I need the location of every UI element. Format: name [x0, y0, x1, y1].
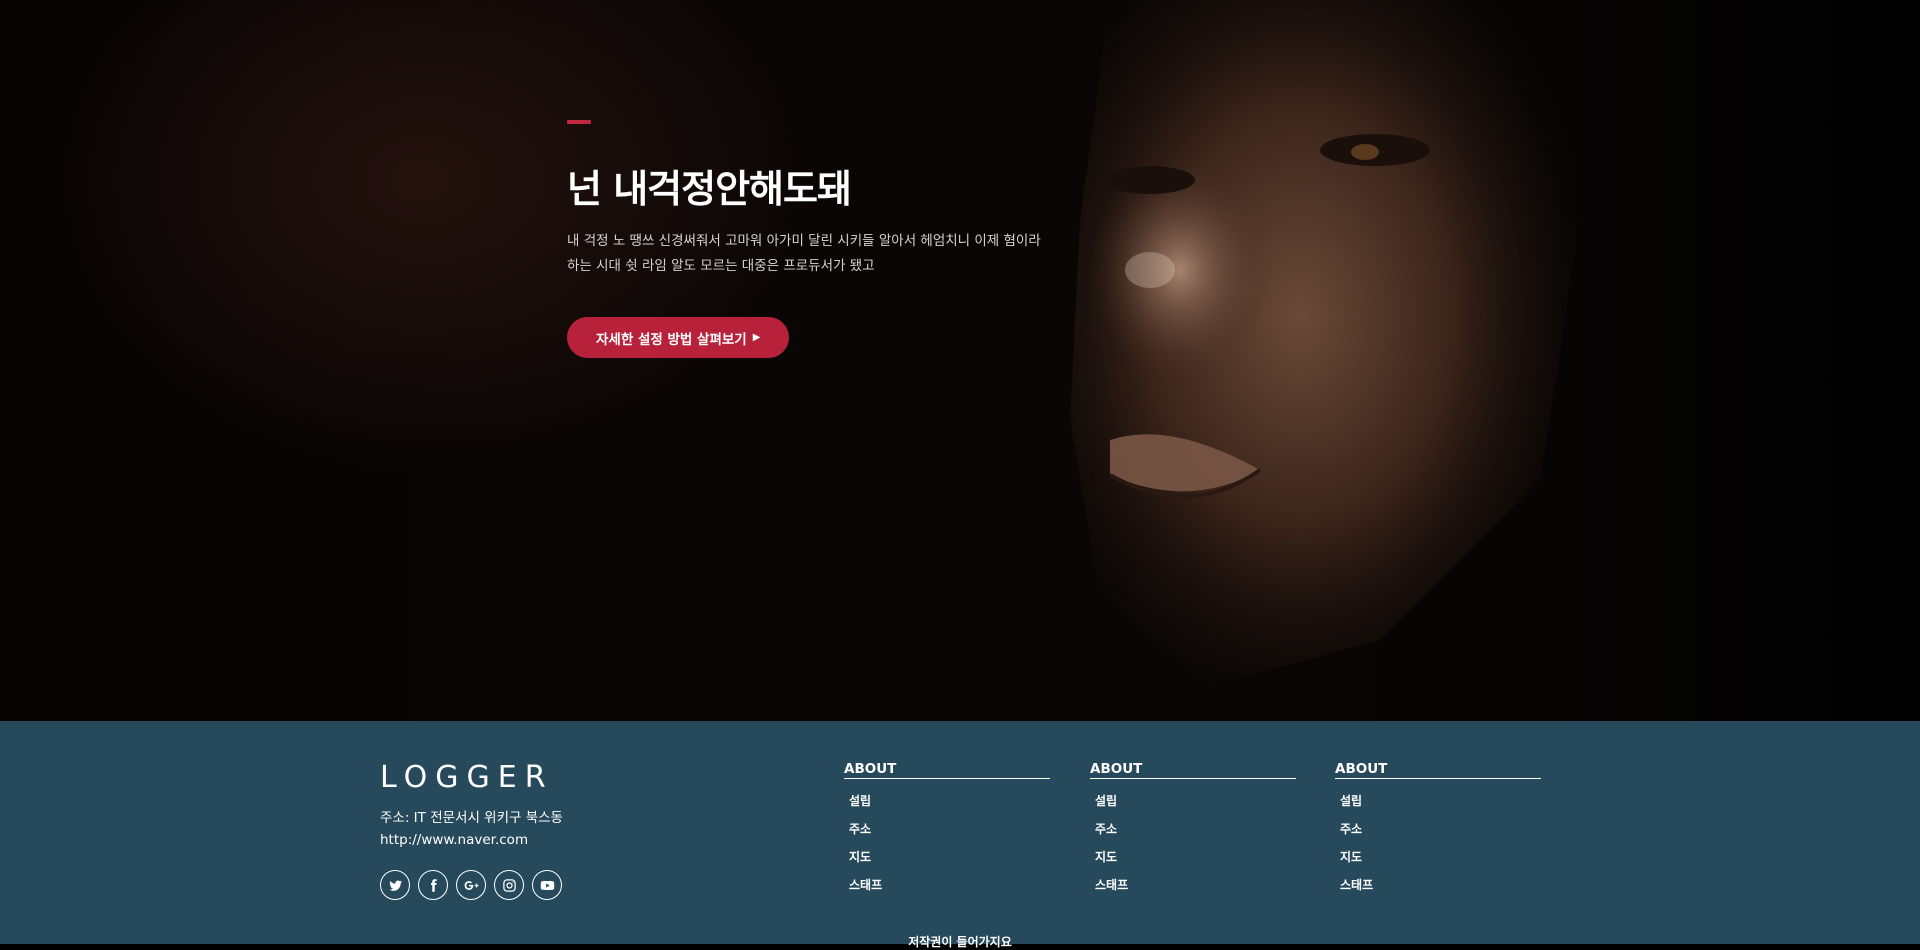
footer-url-link[interactable]: http://www.naver.com	[380, 829, 563, 851]
copyright-text: 저작권이 들어가지요	[908, 935, 1012, 949]
social-links	[380, 870, 562, 900]
footer-column-3: ABOUT 설립 주소 지도 스태프	[1335, 761, 1541, 892]
footer-link-staff[interactable]: 스태프	[1095, 876, 1296, 892]
footer-link-map[interactable]: 지도	[1095, 848, 1296, 864]
youtube-icon[interactable]	[532, 870, 562, 900]
google-plus-icon[interactable]	[456, 870, 486, 900]
footer-link-address[interactable]: 주소	[849, 820, 1050, 836]
footer-link-address[interactable]: 주소	[1340, 820, 1541, 836]
facebook-icon[interactable]	[418, 870, 448, 900]
footer-logo[interactable]: LOGGER	[380, 760, 554, 795]
footer-link-establish[interactable]: 설립	[849, 792, 1050, 808]
cta-label: 자세한 설정 방법 살펴보기	[596, 331, 747, 348]
cta-button[interactable]: 자세한 설정 방법 살펴보기 ▶	[567, 317, 790, 358]
footer-link-establish[interactable]: 설립	[1340, 792, 1541, 808]
hero-description: 내 걱정 노 땡쓰 신경써줘서 고마워 아가미 달린 시키들 알아서 헤엄치니 …	[567, 233, 1041, 274]
footer-link-establish[interactable]: 설립	[1095, 792, 1296, 808]
footer-link-map[interactable]: 지도	[1340, 848, 1541, 864]
footer-link-staff[interactable]: 스태프	[1340, 876, 1541, 892]
twitter-icon[interactable]	[380, 870, 410, 900]
accent-bar	[567, 120, 591, 124]
hero-portrait-image	[1070, 0, 1920, 721]
footer-column-title: ABOUT	[1335, 761, 1541, 779]
footer-link-address[interactable]: 주소	[1095, 820, 1296, 836]
caret-right-icon: ▶	[752, 332, 761, 343]
site-footer: LOGGER 주소: IT 전문서시 위키구 북스동 http://www.na…	[0, 721, 1920, 949]
footer-column-1: ABOUT 설립 주소 지도 스태프	[844, 761, 1050, 892]
footer-address: 주소: IT 전문서시 위키구 북스동	[380, 810, 563, 826]
hero-section: 넌 내걱정안해도돼 내 걱정 노 땡쓰 신경써줘서 고마워 아가미 달린 시키들…	[0, 0, 1920, 721]
hero-title: 넌 내걱정안해도돼	[567, 167, 852, 211]
hero-content: 넌 내걱정안해도돼 내 걱정 노 땡쓰 신경써줘서 고마워 아가미 달린 시키들…	[567, 120, 1047, 358]
instagram-icon[interactable]	[494, 870, 524, 900]
footer-column-title: ABOUT	[1090, 761, 1296, 779]
footer-contact: 주소: IT 전문서시 위키구 북스동 http://www.naver.com	[380, 807, 563, 851]
footer-column-title: ABOUT	[844, 761, 1050, 779]
footer-column-2: ABOUT 설립 주소 지도 스태프	[1090, 761, 1296, 892]
footer-link-map[interactable]: 지도	[849, 848, 1050, 864]
footer-link-staff[interactable]: 스태프	[849, 876, 1050, 892]
